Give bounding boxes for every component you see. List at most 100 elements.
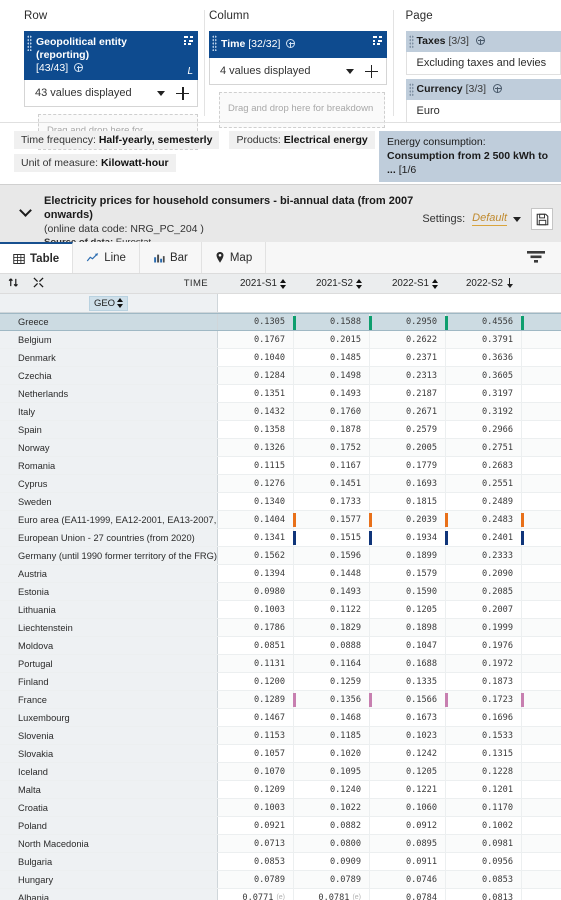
table-cell[interactable]: 0.1115 (218, 457, 294, 474)
table-cell[interactable]: 0.1122 (294, 601, 370, 618)
grid-icon[interactable] (372, 36, 383, 45)
chevron-down-icon[interactable] (345, 68, 354, 74)
collapse-toggle-button[interactable] (12, 199, 38, 225)
settings-value[interactable]: Default (472, 212, 507, 226)
table-row[interactable]: Luxembourg 0.1467 0.1468 0.1673 0.1696 (0, 709, 561, 727)
table-row[interactable]: Spain 0.1358 0.1878 0.2579 0.2966 (0, 421, 561, 439)
column-header-2021-S1[interactable]: 2021-S1 (218, 278, 294, 289)
table-cell[interactable]: 0.1976 (446, 637, 522, 654)
table-cell[interactable]: 0.2551 (446, 475, 522, 492)
table-cell[interactable]: 0.1432 (218, 403, 294, 420)
table-row[interactable]: Albania 0.0771 (e) 0.0781 (e) 0.0784 0.0813 (0, 889, 561, 900)
table-cell[interactable]: 0.1468 (294, 709, 370, 726)
table-cell[interactable]: 0.2333 (446, 547, 522, 564)
table-cell[interactable]: 0.1733 (294, 493, 370, 510)
table-cell[interactable]: 0.1259 (294, 673, 370, 690)
table-cell[interactable]: 0.1315 (446, 745, 522, 762)
table-cell[interactable]: 0.1002 (446, 817, 522, 834)
table-cell[interactable]: 0.1335 (370, 673, 446, 690)
table-cell[interactable]: 0.1779 (370, 457, 446, 474)
table-cell[interactable]: 0.1934 (370, 529, 448, 546)
sort-both-icon[interactable] (279, 278, 286, 289)
table-row[interactable]: Liechtenstein 0.1786 0.1829 0.1898 0.1999 (0, 619, 561, 637)
table-cell[interactable]: 0.0853 (446, 871, 522, 888)
table-cell[interactable]: 0.1493 (294, 385, 370, 402)
filter-energy-consumption[interactable]: Energy consumption: Consumption from 2 5… (379, 131, 561, 182)
drag-grip-icon[interactable] (212, 35, 217, 51)
sort-both-icon[interactable] (431, 278, 438, 289)
geo-sort-pill[interactable]: GEO (88, 295, 129, 311)
table-cell[interactable]: 0.0853 (218, 853, 294, 870)
table-cell[interactable]: 0.1999 (446, 619, 522, 636)
table-cell[interactable]: 0.1205 (370, 601, 446, 618)
table-cell[interactable]: 0.0813 (446, 889, 522, 900)
add-circle-icon[interactable] (475, 36, 485, 45)
table-cell[interactable]: 0.1131 (218, 655, 294, 672)
table-cell[interactable]: 0.0784 (370, 889, 446, 900)
table-cell[interactable]: 0.1170 (446, 799, 522, 816)
table-cell[interactable]: 0.2187 (370, 385, 446, 402)
table-row[interactable]: Netherlands 0.1351 0.1493 0.2187 0.3197 (0, 385, 561, 403)
table-cell[interactable]: 0.1289 (218, 691, 296, 708)
table-cell[interactable]: 0.1305 (218, 314, 296, 330)
column-header-2021-S2[interactable]: 2021-S2 (294, 278, 370, 289)
table-cell[interactable]: 0.1588 (294, 314, 372, 330)
table-row[interactable]: European Union - 27 countries (from 2020… (0, 529, 561, 547)
table-cell[interactable]: 0.1873 (446, 673, 522, 690)
table-cell[interactable]: 0.1786 (218, 619, 294, 636)
sort-both-icon[interactable] (355, 278, 362, 289)
table-row[interactable]: Bulgaria 0.0853 0.0909 0.0911 0.0956 (0, 853, 561, 871)
table-cell[interactable]: 0.1003 (218, 799, 294, 816)
table-cell[interactable]: 0.1022 (294, 799, 370, 816)
table-row[interactable]: Germany (until 1990 former territory of … (0, 547, 561, 565)
drag-grip-icon[interactable] (408, 83, 414, 96)
table-cell[interactable]: 0.2950 (370, 314, 448, 330)
table-row[interactable]: Austria 0.1394 0.1448 0.1579 0.2090 (0, 565, 561, 583)
table-row[interactable]: Romania 0.1115 0.1167 0.1779 0.2683 (0, 457, 561, 475)
table-cell[interactable]: 0.0789 (218, 871, 294, 888)
row-dimension-chip[interactable]: Geopolitical entity (reporting) [43/43] … (24, 31, 198, 80)
table-cell[interactable]: 0.1228 (446, 763, 522, 780)
table-cell[interactable]: 0.1200 (218, 673, 294, 690)
table-cell[interactable]: 0.1760 (294, 403, 370, 420)
filter-products[interactable]: Products: Electrical energy (229, 131, 375, 149)
table-cell[interactable]: 0.1394 (218, 565, 294, 582)
table-cell[interactable]: 0.1167 (294, 457, 370, 474)
table-cell[interactable]: 0.2966 (446, 421, 522, 438)
table-cell[interactable]: 0.2579 (370, 421, 446, 438)
table-cell[interactable]: 0.1020 (294, 745, 370, 762)
table-cell[interactable]: 0.1356 (294, 691, 372, 708)
table-cell[interactable]: 0.0888 (294, 637, 370, 654)
table-row[interactable]: Croatia 0.1003 0.1022 0.1060 0.1170 (0, 799, 561, 817)
table-row[interactable]: North Macedonia 0.0713 0.0800 0.0895 0.0981 (0, 835, 561, 853)
table-cell[interactable]: 0.2622 (370, 331, 446, 348)
table-row[interactable]: Greece 0.1305 0.1588 0.2950 0.4556 (0, 313, 561, 331)
page-dimension-chip-currency[interactable]: Currency [3/3] (405, 79, 561, 100)
table-cell[interactable]: 0.1276 (218, 475, 294, 492)
drag-grip-icon[interactable] (27, 35, 32, 51)
table-cell[interactable]: 0.1688 (370, 655, 446, 672)
table-cell[interactable]: 0.1693 (370, 475, 446, 492)
page-dimension-chip-taxes[interactable]: Taxes [3/3] (405, 31, 561, 52)
table-cell[interactable]: 0.2015 (294, 331, 370, 348)
table-cell[interactable]: 0.3197 (446, 385, 522, 402)
table-filter-button[interactable] (525, 248, 547, 268)
table-cell[interactable]: 0.1767 (218, 331, 294, 348)
table-row[interactable]: Slovakia 0.1057 0.1020 0.1242 0.1315 (0, 745, 561, 763)
table-cell[interactable]: 0.3791 (446, 331, 522, 348)
table-cell[interactable]: 0.1898 (370, 619, 446, 636)
table-cell[interactable]: 0.0981 (446, 835, 522, 852)
table-cell[interactable]: 0.1060 (370, 799, 446, 816)
table-cell[interactable]: 0.0771 (e) (218, 889, 294, 900)
table-cell[interactable]: 0.1752 (294, 439, 370, 456)
table-cell[interactable]: 0.4556 (446, 314, 524, 330)
table-row[interactable]: Belgium 0.1767 0.2015 0.2622 0.3791 (0, 331, 561, 349)
table-cell[interactable]: 0.2005 (370, 439, 446, 456)
table-cell[interactable]: 0.2313 (370, 367, 446, 384)
currency-selected-value[interactable]: Euro (405, 100, 561, 123)
table-cell[interactable]: 0.0895 (370, 835, 446, 852)
tab-table[interactable]: Table (0, 242, 74, 273)
table-cell[interactable]: 0.1341 (218, 529, 296, 546)
table-cell[interactable]: 0.1485 (294, 349, 370, 366)
grid-icon[interactable] (184, 36, 194, 45)
